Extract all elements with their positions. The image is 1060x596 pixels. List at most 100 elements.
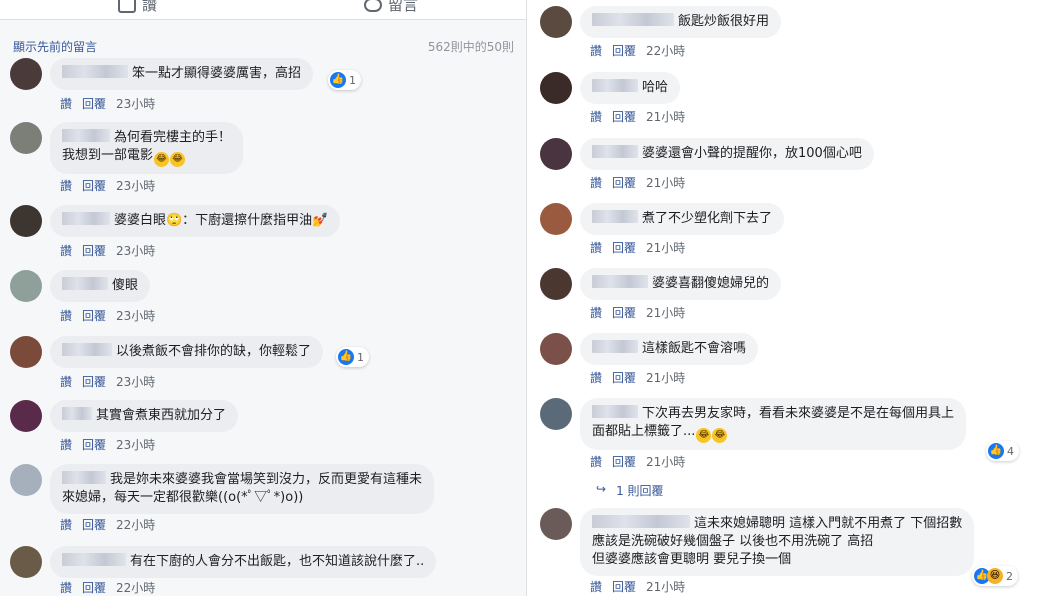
laughing-emoji-icon: 😂 bbox=[696, 428, 712, 443]
commenter-name[interactable] bbox=[62, 343, 112, 356]
comment-timestamp[interactable]: 23小時 bbox=[116, 95, 155, 112]
comment-reply-link[interactable]: 回覆 bbox=[612, 578, 636, 595]
comment-reply-link[interactable]: 回覆 bbox=[612, 42, 636, 59]
comment-reply-link[interactable]: 回覆 bbox=[612, 239, 636, 256]
reaction-count[interactable]: 👍 1 bbox=[336, 347, 369, 367]
commenter-name[interactable] bbox=[592, 405, 638, 418]
avatar[interactable] bbox=[540, 72, 572, 104]
like-reaction-icon: 👍 bbox=[988, 443, 1004, 459]
comment-like-link[interactable]: 讚 bbox=[60, 307, 72, 324]
comment-reply-link[interactable]: 回覆 bbox=[82, 436, 106, 453]
comment: 下次再去男友家時，看看未來婆婆是不是在每個用具上 面都貼上標籤了... 😂 😂 👍 4… bbox=[540, 398, 1050, 474]
comment-like-link[interactable]: 讚 bbox=[60, 95, 72, 112]
comment-reply-link[interactable]: 回覆 bbox=[82, 242, 106, 259]
avatar[interactable] bbox=[10, 546, 42, 578]
commenter-name[interactable] bbox=[592, 340, 638, 353]
comment-like-link[interactable]: 讚 bbox=[60, 242, 72, 259]
like-reaction-icon: 👍 bbox=[338, 349, 354, 365]
comment-reply-link[interactable]: 回覆 bbox=[612, 453, 636, 470]
haha-reaction-icon: 😆 bbox=[987, 568, 1003, 584]
commenter-name[interactable] bbox=[592, 79, 638, 92]
comment-reply-link[interactable]: 回覆 bbox=[82, 373, 106, 390]
avatar[interactable] bbox=[10, 270, 42, 302]
reaction-count[interactable]: 👍 1 bbox=[328, 70, 361, 90]
comment-timestamp[interactable]: 23小時 bbox=[116, 307, 155, 324]
commenter-name[interactable] bbox=[62, 471, 106, 484]
comment-like-link[interactable]: 讚 bbox=[60, 579, 72, 596]
commenter-name[interactable] bbox=[62, 553, 126, 566]
comment-timestamp[interactable]: 21小時 bbox=[646, 578, 685, 595]
comment-like-link[interactable]: 讚 bbox=[60, 177, 72, 194]
previous-comments-row: 顯示先前的留言 562則中的50則 bbox=[13, 38, 514, 55]
comment-timestamp[interactable]: 23小時 bbox=[116, 373, 155, 390]
comment-reply-link[interactable]: 回覆 bbox=[82, 177, 106, 194]
commenter-name[interactable] bbox=[62, 129, 110, 142]
comment-reply-link[interactable]: 回覆 bbox=[612, 108, 636, 125]
avatar[interactable] bbox=[10, 336, 42, 368]
comment-timestamp[interactable]: 21小時 bbox=[646, 369, 685, 386]
avatar[interactable] bbox=[10, 205, 42, 237]
avatar[interactable] bbox=[10, 122, 42, 154]
reaction-count[interactable]: 👍 4 bbox=[986, 441, 1019, 461]
comment-timestamp[interactable]: 21小時 bbox=[646, 304, 685, 321]
comment-reply-link[interactable]: 回覆 bbox=[82, 95, 106, 112]
commenter-name[interactable] bbox=[592, 13, 674, 26]
avatar[interactable] bbox=[540, 398, 572, 430]
comment-action-button[interactable]: 留言 bbox=[364, 0, 418, 15]
comment-text: 以後煮飯不會排你的缺，你輕鬆了 bbox=[116, 344, 312, 359]
comment-reply-link[interactable]: 回覆 bbox=[82, 307, 106, 324]
comment-timestamp[interactable]: 21小時 bbox=[646, 174, 685, 191]
comment-like-link[interactable]: 讚 bbox=[590, 42, 602, 59]
comment: 婆婆白眼🙄：下廚還擦什麼指甲油💅 讚 回覆 23小時 bbox=[10, 205, 510, 265]
comment-reply-link[interactable]: 回覆 bbox=[612, 369, 636, 386]
comment-text: 傻眼 bbox=[112, 278, 139, 293]
speech-bubble-icon bbox=[364, 0, 382, 12]
comment-timestamp[interactable]: 21小時 bbox=[646, 239, 685, 256]
avatar[interactable] bbox=[540, 138, 572, 170]
avatar[interactable] bbox=[540, 508, 572, 540]
comment-timestamp[interactable]: 21小時 bbox=[646, 453, 685, 470]
comment-reply-link[interactable]: 回覆 bbox=[612, 174, 636, 191]
avatar[interactable] bbox=[10, 58, 42, 90]
avatar[interactable] bbox=[540, 333, 572, 365]
comment-timestamp[interactable]: 21小時 bbox=[646, 108, 685, 125]
comment-timestamp[interactable]: 23小時 bbox=[116, 242, 155, 259]
comment-timestamp[interactable]: 23小時 bbox=[116, 177, 155, 194]
show-previous-comments-link[interactable]: 顯示先前的留言 bbox=[13, 38, 97, 55]
comment-like-link[interactable]: 讚 bbox=[60, 373, 72, 390]
avatar[interactable] bbox=[540, 6, 572, 38]
comment-meta: 讚 回覆 21小時 bbox=[590, 239, 685, 256]
comment-like-link[interactable]: 讚 bbox=[590, 578, 602, 595]
reaction-count[interactable]: 👍 😆 2 bbox=[972, 566, 1018, 586]
comment-timestamp[interactable]: 23小時 bbox=[116, 436, 155, 453]
commenter-name[interactable] bbox=[62, 407, 92, 420]
comment-timestamp[interactable]: 22小時 bbox=[646, 42, 685, 59]
commenter-name[interactable] bbox=[62, 65, 128, 78]
avatar[interactable] bbox=[10, 400, 42, 432]
comment-like-link[interactable]: 讚 bbox=[590, 369, 602, 386]
comment-like-link[interactable]: 讚 bbox=[590, 453, 602, 470]
comment-reply-link[interactable]: 回覆 bbox=[82, 516, 106, 533]
like-action-button[interactable]: 讚 bbox=[118, 0, 157, 15]
comment-like-link[interactable]: 讚 bbox=[590, 304, 602, 321]
comment-like-link[interactable]: 讚 bbox=[590, 174, 602, 191]
avatar[interactable] bbox=[10, 464, 42, 496]
comment-meta: 讚 回覆 22小時 bbox=[60, 579, 155, 596]
commenter-name[interactable] bbox=[592, 210, 638, 223]
commenter-name[interactable] bbox=[62, 277, 108, 290]
comment-timestamp[interactable]: 22小時 bbox=[116, 579, 155, 596]
commenter-name[interactable] bbox=[62, 212, 110, 225]
comment-like-link[interactable]: 讚 bbox=[60, 436, 72, 453]
comment-like-link[interactable]: 讚 bbox=[60, 516, 72, 533]
comment-like-link[interactable]: 讚 bbox=[590, 108, 602, 125]
comment-like-link[interactable]: 讚 bbox=[590, 239, 602, 256]
comment-timestamp[interactable]: 22小時 bbox=[116, 516, 155, 533]
avatar[interactable] bbox=[540, 268, 572, 300]
commenter-name[interactable] bbox=[592, 145, 638, 158]
view-replies-link[interactable]: ↪ 1 則回覆 bbox=[596, 482, 664, 499]
commenter-name[interactable] bbox=[592, 515, 690, 528]
comment-reply-link[interactable]: 回覆 bbox=[82, 579, 106, 596]
avatar[interactable] bbox=[540, 203, 572, 235]
comment-reply-link[interactable]: 回覆 bbox=[612, 304, 636, 321]
commenter-name[interactable] bbox=[592, 275, 648, 288]
